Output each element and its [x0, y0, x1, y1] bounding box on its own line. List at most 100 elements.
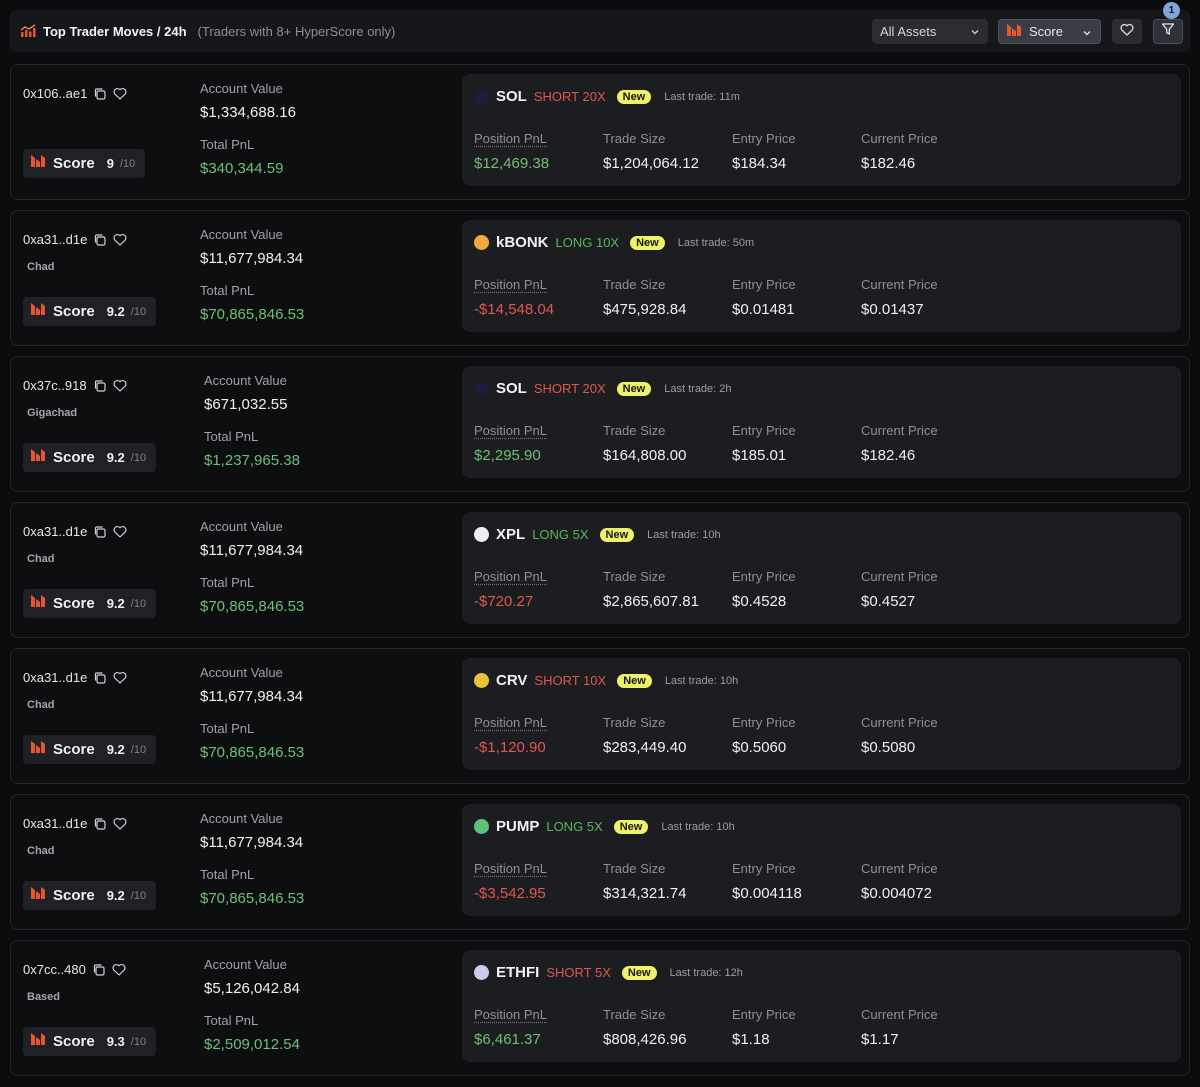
score-value: 9.2: [106, 450, 125, 465]
assets-dropdown[interactable]: All Assets: [872, 19, 988, 44]
current-price: $1.17: [861, 1031, 899, 1048]
trader-address[interactable]: 0x37c..918: [23, 378, 87, 393]
position-card[interactable]: ETHFI SHORT 5X New Last trade: 12h Posit…: [462, 950, 1181, 1062]
score-sort-dropdown[interactable]: Score: [998, 19, 1101, 44]
trader-address[interactable]: 0xa31..d1e: [23, 232, 87, 247]
coin-icon: [474, 89, 489, 104]
heart-icon[interactable]: [113, 671, 127, 684]
position-side: SHORT 20X: [533, 381, 606, 396]
position-card[interactable]: PUMP LONG 5X New Last trade: 10h Positio…: [462, 804, 1181, 916]
position-pnl: -$1,120.90: [474, 739, 546, 756]
trade-size-col: Trade Size $164,808.00: [603, 423, 732, 464]
heart-icon[interactable]: [112, 963, 126, 976]
position-pnl-label[interactable]: Position PnL: [474, 715, 603, 730]
heart-icon[interactable]: [113, 379, 127, 392]
filter-button[interactable]: [1153, 19, 1183, 44]
position-pnl-label[interactable]: Position PnL: [474, 277, 603, 292]
position-stats: Position PnL -$1,120.90 Trade Size $283,…: [474, 715, 990, 756]
trader-row[interactable]: 0xa31..d1e Chad Score 9.2/10 Account Val…: [10, 502, 1190, 638]
copy-icon[interactable]: [93, 525, 107, 539]
trader-address[interactable]: 0xa31..d1e: [23, 524, 87, 539]
new-badge: New: [621, 965, 657, 980]
trader-row[interactable]: 0x106..ae1 Score 9/10 Account Value $1,3…: [10, 64, 1190, 200]
current-price-label: Current Price: [861, 423, 938, 438]
trader-address[interactable]: 0xa31..d1e: [23, 670, 87, 685]
score-max: /10: [130, 1035, 147, 1048]
copy-icon[interactable]: [93, 379, 107, 393]
position-symbol: CRV: [496, 672, 528, 689]
trade-size-col: Trade Size $2,865,607.81: [603, 569, 732, 610]
hyperscore-logo-icon: [29, 1031, 47, 1052]
position-pnl: -$3,542.95: [474, 885, 546, 902]
position-symbol: ETHFI: [496, 964, 540, 981]
trader-address[interactable]: 0x106..ae1: [23, 86, 87, 101]
trade-size-label: Trade Size: [603, 277, 666, 292]
coin-icon: [474, 235, 489, 250]
trader-row[interactable]: 0xa31..d1e Chad Score 9.2/10 Account Val…: [10, 648, 1190, 784]
total-pnl: $70,865,846.53: [200, 890, 305, 907]
position-card[interactable]: kBONK LONG 10X New Last trade: 50m Posit…: [462, 220, 1181, 332]
copy-icon[interactable]: [92, 963, 106, 977]
score-max: /10: [119, 157, 136, 170]
copy-icon[interactable]: [93, 671, 107, 685]
entry-price-label: Entry Price: [732, 423, 796, 438]
position-header: CRV SHORT 10X New Last trade: 10h: [474, 672, 738, 689]
account-value: $5,126,042.84: [204, 980, 300, 997]
trader-row[interactable]: 0x7cc..480 Based Score 9.3/10 Account Va…: [10, 940, 1190, 1076]
trade-size-col: Trade Size $475,928.84: [603, 277, 732, 318]
heart-icon[interactable]: [113, 817, 127, 830]
trader-address[interactable]: 0x7cc..480: [23, 962, 86, 977]
position-header: XPL LONG 5X New Last trade: 10h: [474, 526, 721, 543]
entry-price: $0.004118: [732, 885, 802, 902]
current-price-col: Current Price $1.17: [861, 1007, 990, 1048]
trader-address-group: 0xa31..d1e: [23, 816, 127, 831]
heart-icon[interactable]: [113, 87, 127, 100]
score-label: Score: [53, 1033, 95, 1050]
favorites-button[interactable]: [1112, 19, 1142, 44]
account-summary: Account Value $11,677,984.34 Total PnL $…: [200, 811, 304, 907]
position-stats: Position PnL $12,469.38 Trade Size $1,20…: [474, 131, 990, 172]
position-pnl-label[interactable]: Position PnL: [474, 569, 603, 584]
entry-price: $185.01: [732, 447, 787, 464]
title-group: Top Trader Moves / 24h (Traders with 8+ …: [20, 10, 395, 52]
trade-size-col: Trade Size $808,426.96: [603, 1007, 732, 1048]
entry-price-label: Entry Price: [732, 569, 796, 584]
position-card[interactable]: SOL SHORT 20X New Last trade: 2h Positio…: [462, 366, 1181, 478]
position-pnl-label[interactable]: Position PnL: [474, 131, 603, 146]
score-badge: Score 9.2/10: [23, 735, 157, 764]
account-value-label: Account Value: [204, 373, 287, 388]
heart-icon[interactable]: [113, 233, 127, 246]
trader-tag: Chad: [27, 553, 55, 565]
current-price-col: Current Price $182.46: [861, 423, 990, 464]
entry-price: $0.5060: [732, 739, 787, 756]
copy-icon[interactable]: [93, 87, 107, 101]
position-side: SHORT 5X: [546, 965, 611, 980]
score-label: Score: [53, 155, 95, 172]
position-symbol: PUMP: [496, 818, 540, 835]
position-pnl-label[interactable]: Position PnL: [474, 861, 603, 876]
account-value: $1,334,688.16: [200, 104, 296, 121]
trader-row[interactable]: 0xa31..d1e Chad Score 9.2/10 Account Val…: [10, 210, 1190, 346]
copy-icon[interactable]: [93, 233, 107, 247]
position-stats: Position PnL $6,461.37 Trade Size $808,4…: [474, 1007, 990, 1048]
current-price-col: Current Price $0.004072: [861, 861, 990, 902]
position-card[interactable]: CRV SHORT 10X New Last trade: 10h Positi…: [462, 658, 1181, 770]
trader-row[interactable]: 0x37c..918 Gigachad Score 9.2/10 Account…: [10, 356, 1190, 492]
position-symbol: SOL: [496, 88, 527, 105]
trader-address[interactable]: 0xa31..d1e: [23, 816, 87, 831]
copy-icon[interactable]: [93, 817, 107, 831]
current-price-label: Current Price: [861, 569, 938, 584]
account-summary: Account Value $11,677,984.34 Total PnL $…: [200, 665, 304, 761]
last-trade: Last trade: 50m: [677, 236, 755, 249]
heart-icon[interactable]: [113, 525, 127, 538]
position-pnl-label[interactable]: Position PnL: [474, 423, 603, 438]
position-pnl-label[interactable]: Position PnL: [474, 1007, 603, 1022]
current-price-label: Current Price: [861, 131, 938, 146]
trader-row[interactable]: 0xa31..d1e Chad Score 9.2/10 Account Val…: [10, 794, 1190, 930]
position-card[interactable]: XPL LONG 5X New Last trade: 10h Position…: [462, 512, 1181, 624]
account-value: $11,677,984.34: [200, 688, 304, 705]
position-side: SHORT 20X: [533, 89, 606, 104]
new-badge: New: [599, 527, 635, 542]
position-card[interactable]: SOL SHORT 20X New Last trade: 11m Positi…: [462, 74, 1181, 186]
score-max: /10: [130, 305, 147, 318]
